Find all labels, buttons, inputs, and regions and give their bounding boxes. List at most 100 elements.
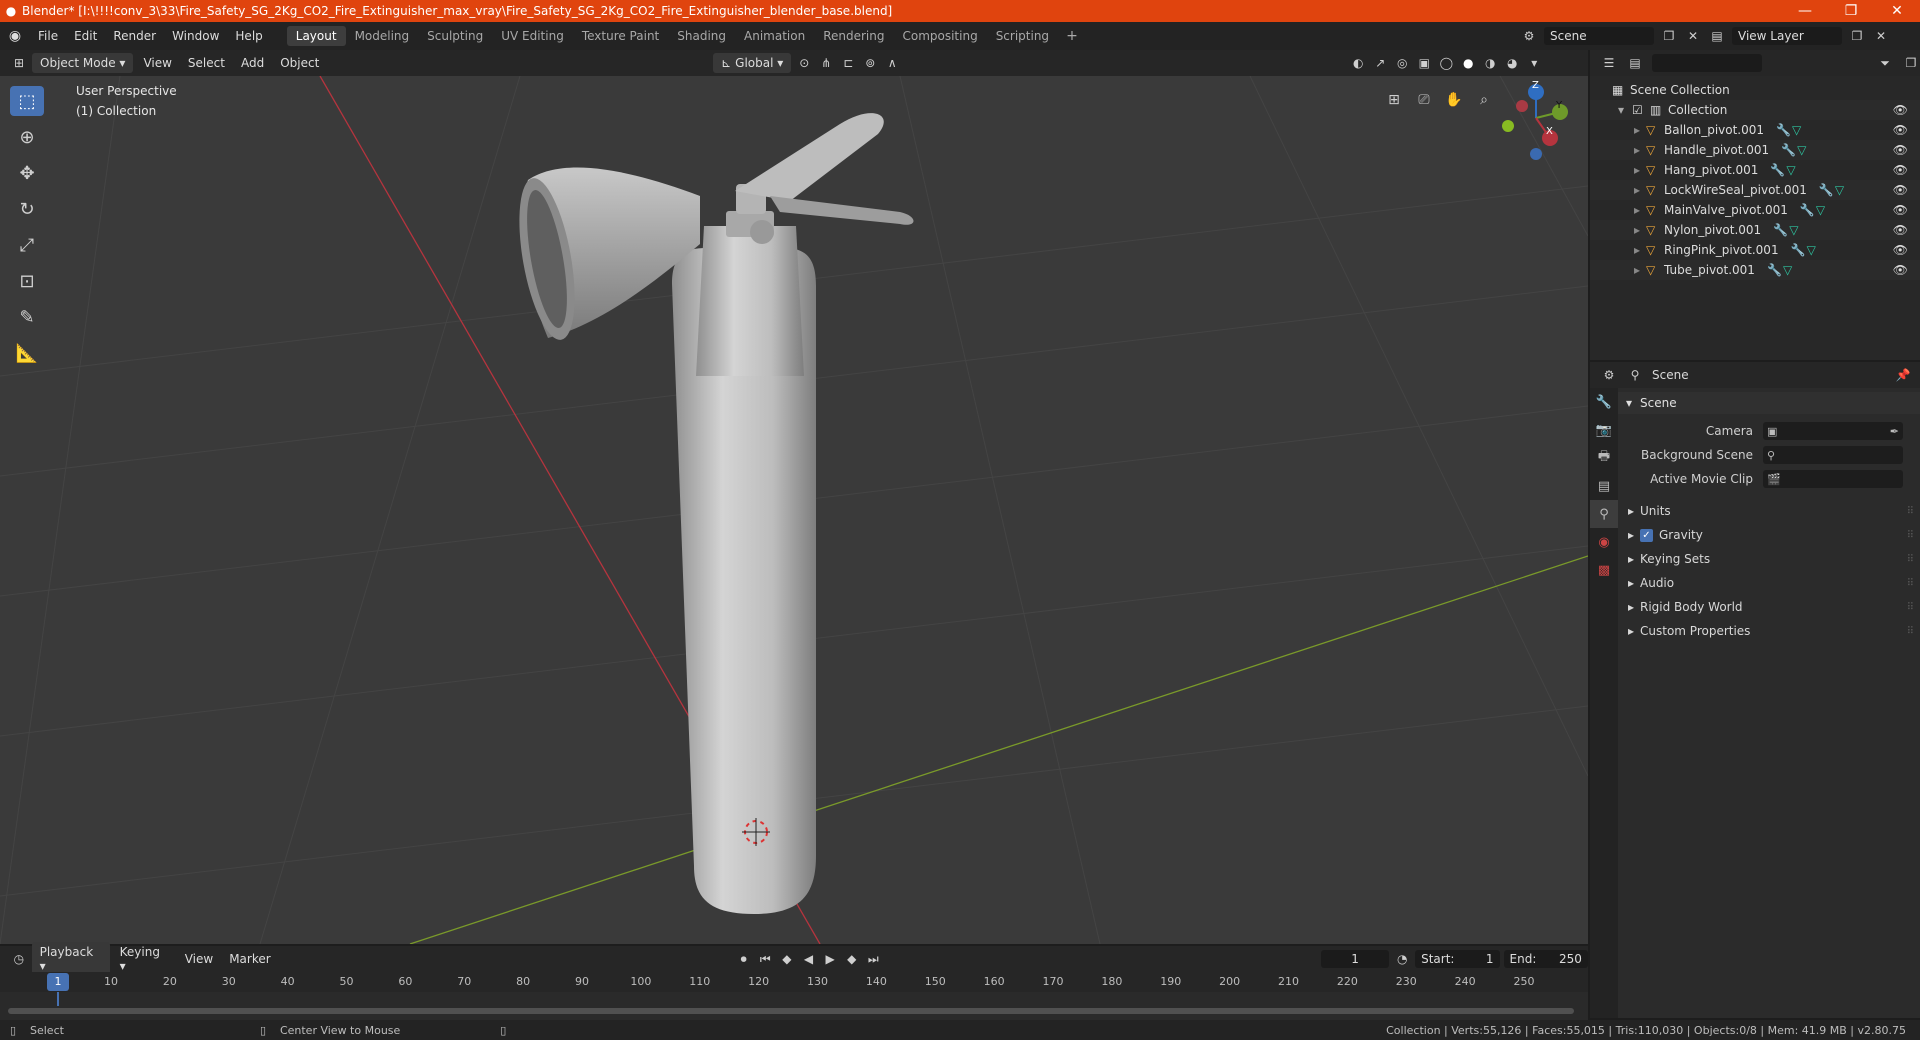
frame-ruler[interactable]: 10 20 30 40 50 60 70 80 90 100 110 120 130 140 150 160 1… <box>0 972 1588 992</box>
menu-select[interactable]: Select <box>182 53 231 73</box>
timeline-scrollbar[interactable] <box>8 1008 1574 1014</box>
tree-row-object[interactable]: ▸ ▽ Ballon_pivot.001 🔧 ▽ 👁 <box>1590 120 1920 140</box>
tab-uv-editing[interactable]: UV Editing <box>492 26 573 46</box>
solid-shading-icon[interactable]: ● <box>1459 54 1477 72</box>
move-icon[interactable]: ✥ <box>10 158 44 188</box>
view-layer-tab-icon[interactable]: ▤ <box>1590 472 1618 500</box>
wireframe-shading-icon[interactable]: ◯ <box>1437 54 1455 72</box>
tree-row-scene-collection[interactable]: ▦ Scene Collection <box>1590 80 1920 100</box>
add-workspace-icon[interactable]: + <box>1058 28 1086 44</box>
transform-orientation-dropdown[interactable]: ⊾ Global ▾ <box>713 53 792 73</box>
tree-row-collection[interactable]: ▾ ☑ ▥ Collection 👁 <box>1590 100 1920 120</box>
modifier-wrench-icon[interactable]: 🔧 <box>1781 143 1797 157</box>
end-frame-field[interactable]: End: 250 <box>1503 950 1588 968</box>
drag-handle-icon[interactable]: ⠿ <box>1907 602 1914 613</box>
scene-field[interactable]: Scene <box>1544 27 1654 45</box>
drag-handle-icon[interactable]: ⠿ <box>1907 578 1914 589</box>
menu-add[interactable]: Add <box>235 53 270 73</box>
eye-icon[interactable]: 👁 <box>1893 103 1908 117</box>
pivot-icon[interactable]: ⊙ <box>795 54 813 72</box>
3d-viewport[interactable]: Z Y X User Perspective (1) Collection <box>0 76 1588 944</box>
tree-row-object[interactable]: ▸ ▽ LockWireSeal_pivot.001 🔧 ▽ 👁 <box>1590 180 1920 200</box>
render-tab-icon[interactable]: 📷 <box>1590 416 1618 444</box>
tree-row-object[interactable]: ▸ ▽ MainValve_pivot.001 🔧 ▽ 👁 <box>1590 200 1920 220</box>
expand-collection-icon[interactable]: ▾ <box>1618 103 1632 117</box>
maximize-button[interactable]: ❐ <box>1828 3 1874 19</box>
overlay-icon[interactable]: ◎ <box>1393 54 1411 72</box>
eyedropper-icon[interactable]: ✒ <box>1890 425 1899 438</box>
active-movie-clip-field[interactable]: 🎬 <box>1763 470 1903 488</box>
tree-row-object[interactable]: ▸ ▽ Hang_pivot.001 🔧 ▽ 👁 <box>1590 160 1920 180</box>
pan-hand-icon[interactable]: ✋ <box>1440 86 1468 114</box>
display-mode-icon[interactable]: ▤ <box>1626 54 1644 72</box>
modifier-wrench-icon[interactable]: 🔧 <box>1791 243 1807 257</box>
grid-view-icon[interactable]: ⊞ <box>1380 86 1408 114</box>
mesh-data-icon[interactable]: ▽ <box>1792 123 1808 137</box>
view-layer-icon[interactable]: ▤ <box>1708 27 1726 45</box>
tab-sculpting[interactable]: Sculpting <box>418 26 492 46</box>
world-tab-icon[interactable]: ◉ <box>1590 528 1618 556</box>
eye-icon[interactable]: 👁 <box>1893 163 1908 177</box>
scene-icon[interactable]: ⚙ <box>1520 27 1538 45</box>
proportional-edit-icon[interactable]: ⊚ <box>861 54 879 72</box>
expand-object-icon[interactable]: ▸ <box>1634 223 1646 237</box>
outliner-search-input[interactable] <box>1652 54 1762 72</box>
menu-view[interactable]: View <box>137 53 177 73</box>
tree-row-object[interactable]: ▸ ▽ Nylon_pivot.001 🔧 ▽ 👁 <box>1590 220 1920 240</box>
eye-icon[interactable]: 👁 <box>1893 123 1908 137</box>
cursor-icon[interactable]: ⊕ <box>10 122 44 152</box>
expand-object-icon[interactable]: ▸ <box>1634 243 1646 257</box>
playback-dropdown[interactable]: Playback ▾ <box>31 942 110 976</box>
eye-icon[interactable]: 👁 <box>1893 203 1908 217</box>
mesh-data-icon[interactable]: ▽ <box>1786 163 1802 177</box>
tree-row-object[interactable]: ▸ ▽ Tube_pivot.001 🔧 ▽ 👁 <box>1590 260 1920 280</box>
delete-view-layer-icon[interactable]: ✕ <box>1872 27 1890 45</box>
modifier-wrench-icon[interactable]: 🔧 <box>1773 223 1789 237</box>
eye-icon[interactable]: 👁 <box>1893 143 1908 157</box>
view-layer-field[interactable]: View Layer <box>1732 27 1842 45</box>
eye-icon[interactable]: 👁 <box>1893 243 1908 257</box>
drag-handle-icon[interactable]: ⠿ <box>1907 530 1914 541</box>
keying-dropdown[interactable]: Keying ▾ <box>114 942 175 976</box>
filter-icon[interactable]: ⏷ <box>1876 54 1894 72</box>
expand-object-icon[interactable]: ▸ <box>1634 163 1646 177</box>
tool-tab-icon[interactable]: 🔧 <box>1590 388 1618 416</box>
modifier-wrench-icon[interactable]: 🔧 <box>1819 183 1835 197</box>
falloff-icon[interactable]: ∧ <box>883 54 901 72</box>
scene-tab-icon[interactable]: ⚲ <box>1590 500 1618 528</box>
gravity-panel[interactable]: ▸ ✓ Gravity ⠿ <box>1618 524 1920 546</box>
drag-handle-icon[interactable]: ⠿ <box>1907 626 1914 637</box>
material-shading-icon[interactable]: ◑ <box>1481 54 1499 72</box>
tab-texture-paint[interactable]: Texture Paint <box>573 26 668 46</box>
tree-row-object[interactable]: ▸ ▽ RingPink_pivot.001 🔧 ▽ 👁 <box>1590 240 1920 260</box>
tab-layout[interactable]: Layout <box>286 26 346 46</box>
modifier-wrench-icon[interactable]: 🔧 <box>1767 263 1783 277</box>
minimize-button[interactable]: — <box>1782 3 1828 19</box>
camera-field[interactable]: ▣ ✒ <box>1763 422 1903 440</box>
mesh-data-icon[interactable]: ▽ <box>1789 223 1805 237</box>
editor-type-icon[interactable]: ⊞ <box>10 54 28 72</box>
annotate-icon[interactable]: ✎ <box>10 302 44 332</box>
marker-menu[interactable]: Marker <box>223 949 276 969</box>
audio-panel[interactable]: ▸ Audio ⠿ <box>1618 572 1920 594</box>
xray-icon[interactable]: ▣ <box>1415 54 1433 72</box>
visibility-icon[interactable]: ◐ <box>1349 54 1367 72</box>
menu-help[interactable]: Help <box>227 29 270 43</box>
eye-icon[interactable]: 👁 <box>1893 263 1908 277</box>
menu-window[interactable]: Window <box>164 29 227 43</box>
expand-object-icon[interactable]: ▸ <box>1634 123 1646 137</box>
object-mode-dropdown[interactable]: Object Mode ▾ <box>32 53 134 73</box>
mesh-data-icon[interactable]: ▽ <box>1783 263 1799 277</box>
tab-animation[interactable]: Animation <box>735 26 814 46</box>
delete-scene-icon[interactable]: ✕ <box>1684 27 1702 45</box>
tab-rendering[interactable]: Rendering <box>814 26 893 46</box>
mesh-data-icon[interactable]: ▽ <box>1807 243 1823 257</box>
expand-object-icon[interactable]: ▸ <box>1634 143 1646 157</box>
mesh-data-icon[interactable]: ▽ <box>1816 203 1832 217</box>
modifier-wrench-icon[interactable]: 🔧 <box>1770 163 1786 177</box>
play-reverse-icon[interactable]: ◀ <box>800 950 818 968</box>
timeline-view-menu[interactable]: View <box>179 949 219 969</box>
properties-editor-icon[interactable]: ⚙ <box>1600 366 1618 384</box>
camera-view-icon[interactable]: ⎚ <box>1410 86 1438 114</box>
axis-gizmo[interactable] <box>1502 84 1568 160</box>
